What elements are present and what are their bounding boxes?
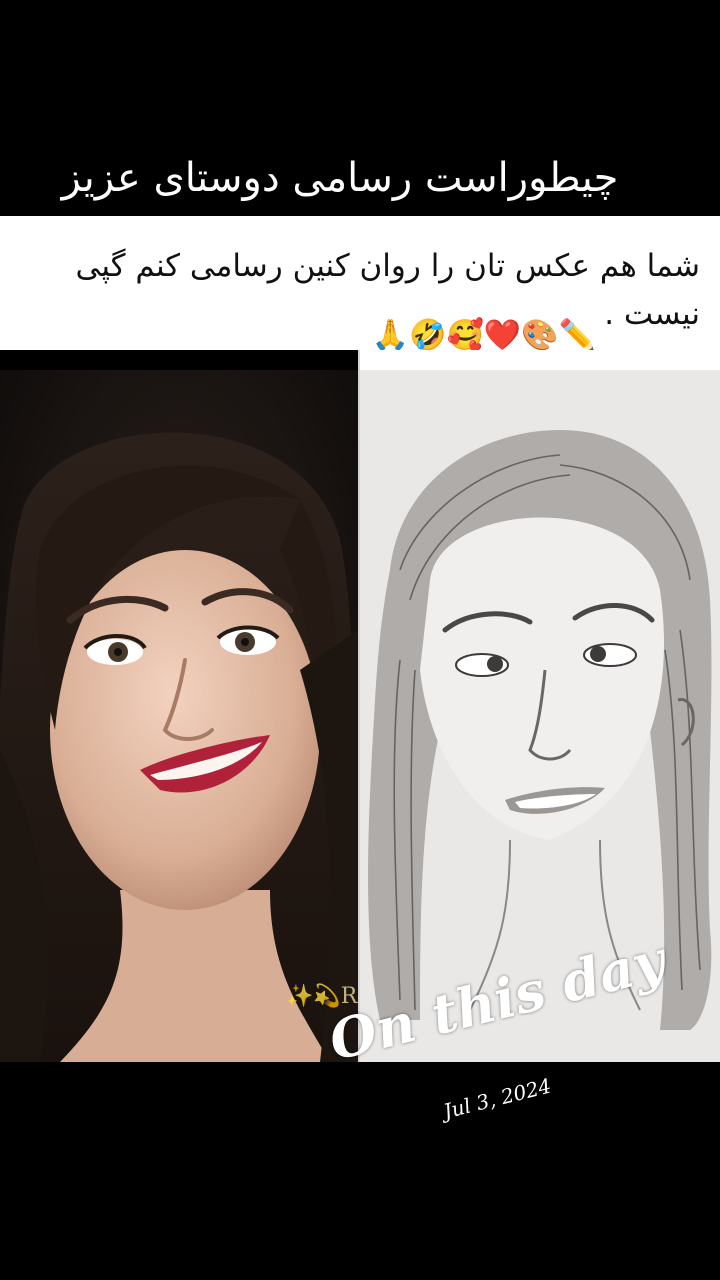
caption-box: شما هم عکس تان را روان کنین رسامی کنم گپ… bbox=[0, 216, 720, 353]
post-title: چیطوراست رسامی دوستای عزیز bbox=[61, 155, 619, 201]
title-bar: چیطوراست رسامی دوستای عزیز bbox=[0, 0, 720, 216]
memory-date: Jul 3, 2024 bbox=[441, 1073, 554, 1124]
collage-top-strip bbox=[360, 350, 720, 370]
caption-text: شما هم عکس تان را روان کنین رسامی کنم گپ… bbox=[75, 248, 700, 332]
smiling-woman-photo bbox=[0, 370, 358, 1062]
photo-panel bbox=[0, 370, 358, 1062]
